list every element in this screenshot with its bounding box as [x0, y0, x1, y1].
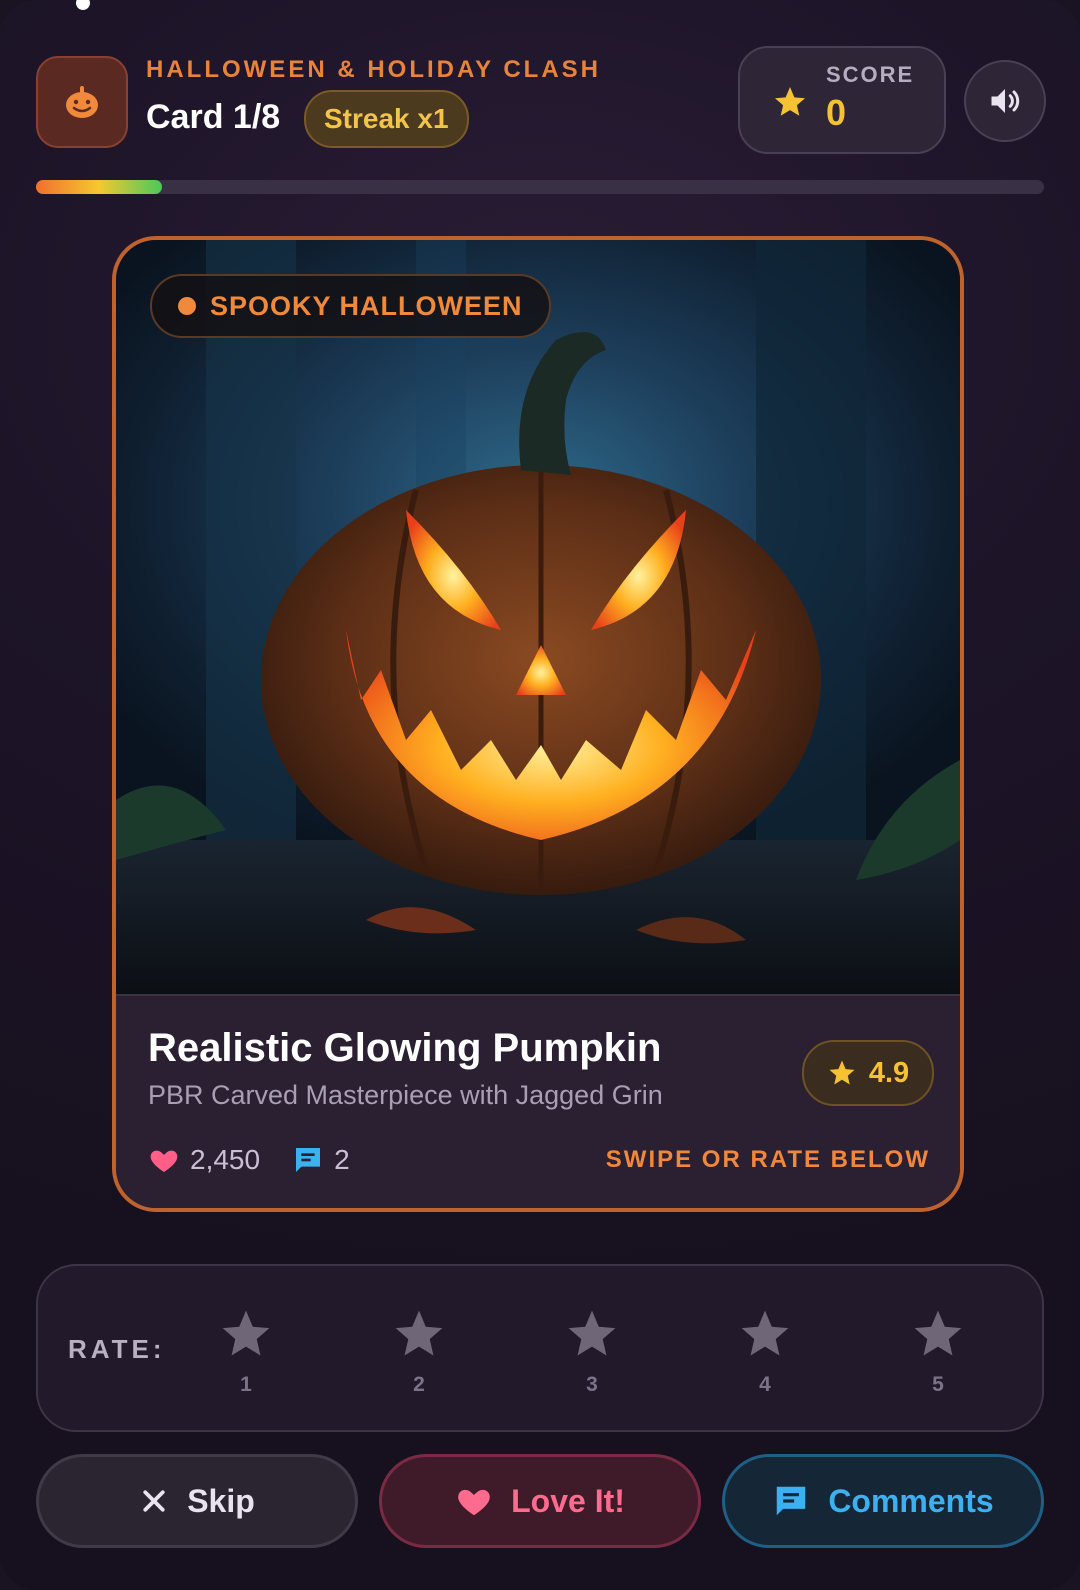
progress-fill [36, 180, 162, 194]
rating-badge: 4.9 [802, 1040, 934, 1106]
category-dot [178, 297, 196, 315]
comments-button[interactable]: Comments [722, 1454, 1044, 1548]
love-button[interactable]: Love It! [379, 1454, 701, 1548]
pumpkin-icon[interactable] [36, 56, 128, 148]
rate-star-1[interactable]: 1 [216, 1306, 276, 1397]
comments-label: Comments [828, 1482, 994, 1519]
app-screen: HALLOWEEN & HOLIDAY CLASH Card 1/8 Strea… [0, 0, 1080, 1590]
rate-star-4[interactable]: 4 [735, 1306, 795, 1397]
rate-star-number: 3 [586, 1373, 598, 1396]
card-info: Realistic Glowing Pumpkin PBR Carved Mas… [116, 994, 960, 1208]
chat-bubble-icon [296, 1148, 321, 1172]
rate-label: RATE: [68, 1334, 166, 1364]
close-icon [143, 1490, 165, 1512]
card-title: Realistic Glowing Pumpkin [148, 1026, 662, 1070]
star-icon [829, 1060, 855, 1085]
streak-badge: Streak x1 [304, 90, 469, 148]
star-icon [741, 1310, 789, 1356]
likes-count[interactable]: 2,450 [148, 1144, 260, 1176]
rate-star-number: 2 [413, 1373, 425, 1396]
comments-value: 2 [334, 1144, 350, 1175]
rate-star-5[interactable]: 5 [908, 1306, 968, 1397]
category-badge: SPOOKY HALLOWEEN [150, 274, 551, 338]
card-meta: 2,450 2 [148, 1144, 382, 1176]
card-image: SPOOKY HALLOWEEN [116, 240, 960, 994]
progress-bar [36, 180, 1044, 194]
rate-star-number: 1 [240, 1373, 252, 1396]
star-icon [914, 1310, 962, 1356]
category-label: SPOOKY HALLOWEEN [210, 290, 523, 321]
chat-bubble-icon [777, 1486, 806, 1516]
rate-star-number: 4 [759, 1373, 771, 1396]
star-icon [568, 1310, 616, 1356]
pumpkin-illustration [116, 240, 960, 994]
game-subtitle: HALLOWEEN & HOLIDAY CLASH [146, 56, 602, 83]
rating-value: 4.9 [868, 1056, 910, 1089]
rate-panel: RATE: 1 2 3 4 5 [36, 1264, 1044, 1432]
love-label: Love It! [511, 1482, 625, 1519]
status-dot [76, 0, 90, 10]
header: HALLOWEEN & HOLIDAY CLASH Card 1/8 Strea… [36, 46, 1046, 154]
score-panel: SCORE 0 [738, 46, 946, 154]
sound-toggle-button[interactable] [964, 60, 1046, 142]
likes-value: 2,450 [190, 1144, 261, 1175]
skip-button[interactable]: Skip [36, 1454, 358, 1548]
heart-icon [458, 1489, 490, 1516]
heart-icon [150, 1150, 178, 1172]
speaker-icon [991, 89, 1020, 113]
rate-star-3[interactable]: 3 [562, 1306, 622, 1397]
rate-star-2[interactable]: 2 [389, 1306, 449, 1397]
score-label: SCORE [826, 62, 915, 87]
star-icon [395, 1310, 443, 1356]
swipe-hint: SWIPE OR RATE BELOW [605, 1146, 930, 1173]
star-icon [775, 87, 805, 116]
rate-star-number: 5 [932, 1373, 944, 1396]
card-counter: Card 1/8 [146, 98, 281, 136]
pumpkin-card[interactable]: SPOOKY HALLOWEEN Realistic Glowing Pumpk… [112, 236, 964, 1212]
score-value: 0 [826, 92, 847, 133]
star-icon [222, 1310, 270, 1356]
comments-count[interactable]: 2 [292, 1144, 350, 1176]
skip-label: Skip [187, 1482, 255, 1519]
card-description: PBR Carved Masterpiece with Jagged Grin [148, 1080, 663, 1110]
